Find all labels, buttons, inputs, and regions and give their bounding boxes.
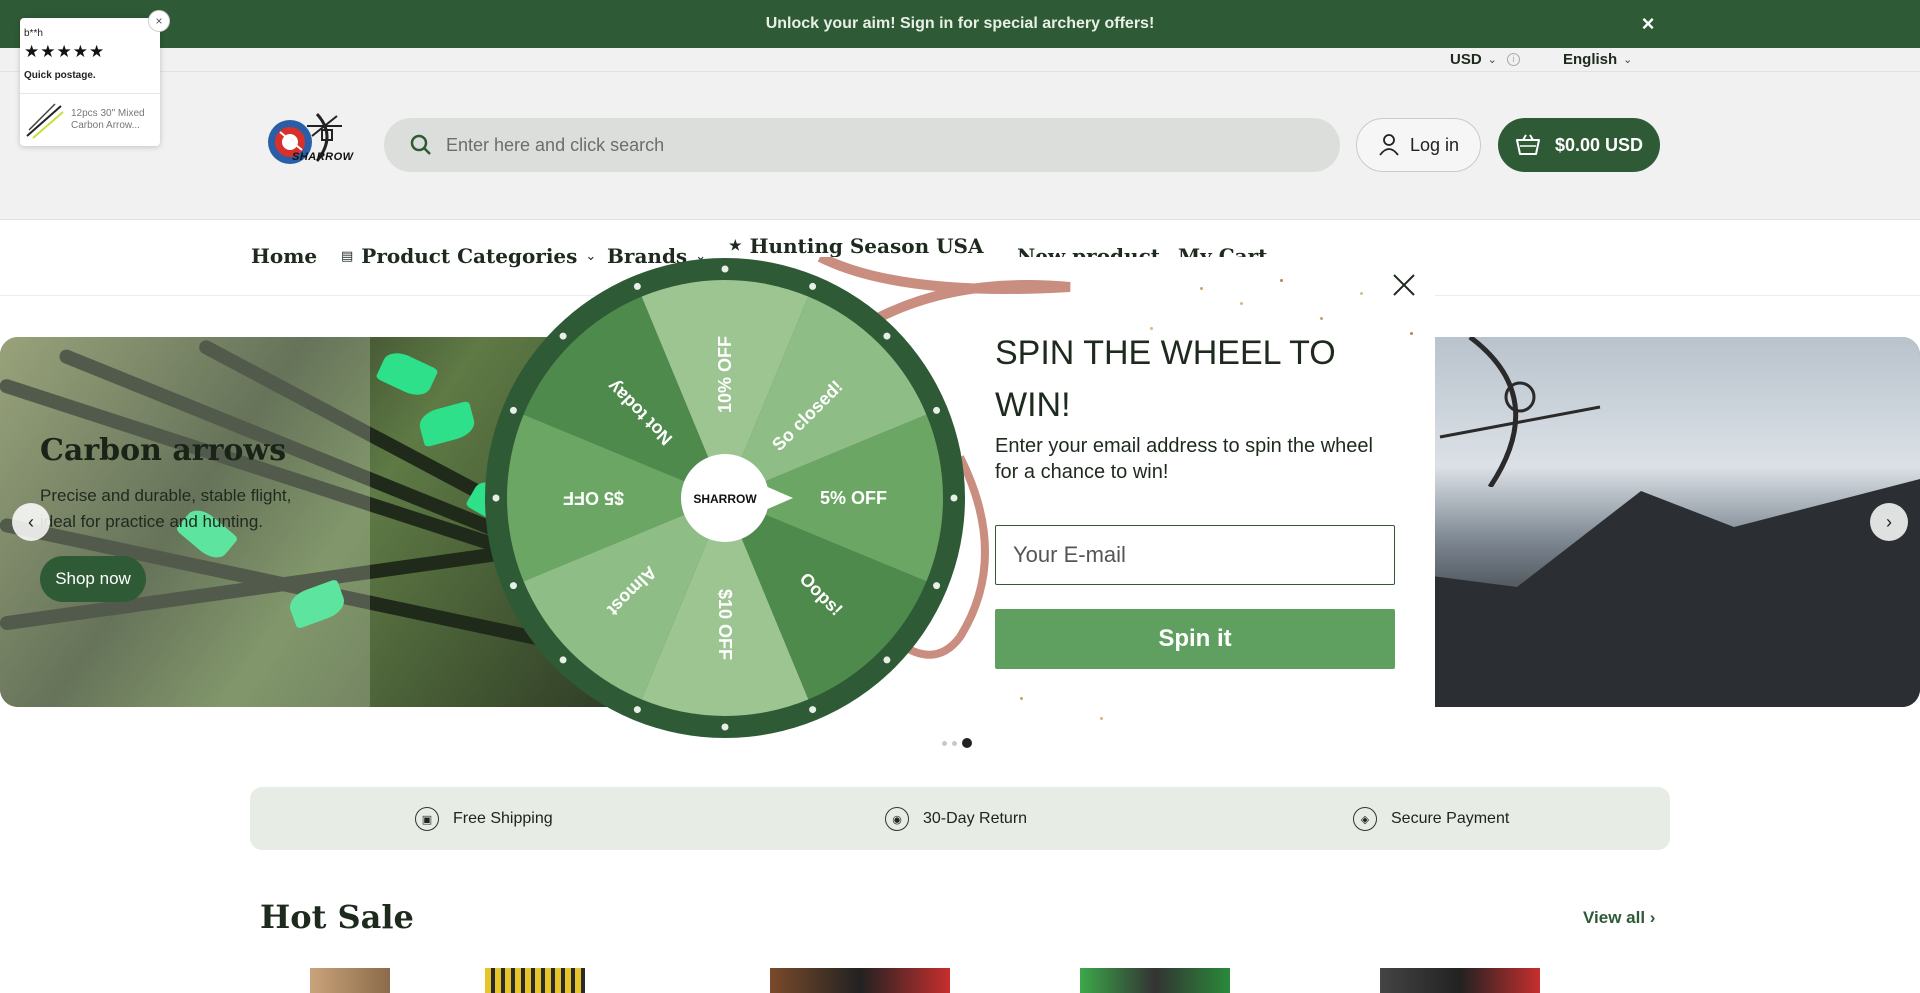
spin-button[interactable]: Spin it xyxy=(995,609,1395,669)
wheel-peg xyxy=(933,582,941,590)
logo[interactable] xyxy=(262,106,357,174)
wheel-peg xyxy=(509,406,517,414)
announcement-text[interactable]: Unlock your aim! Sign in for special arc… xyxy=(766,15,1155,33)
info-icon[interactable]: i xyxy=(1506,53,1520,66)
nav-item-hunting[interactable]: ★ Hunting Season USA xyxy=(729,234,984,258)
nav-home-label: Home xyxy=(251,244,318,268)
cart-icon xyxy=(1515,134,1540,155)
nav-item-home[interactable]: Home xyxy=(251,244,317,268)
product-thumbnail[interactable] xyxy=(1080,968,1230,993)
product-strip xyxy=(260,960,1660,993)
search-bar[interactable] xyxy=(384,118,1340,172)
feature-free-shipping: ▣ Free Shipping xyxy=(415,807,553,831)
review-popup[interactable]: × b**h ★★★★★ Quick postage. 12pcs 30" Mi… xyxy=(20,10,170,146)
nav-hunting-label: Hunting Season USA xyxy=(749,234,984,258)
cart-total: $0.00 USD xyxy=(1554,134,1644,155)
wheel-peg xyxy=(492,494,500,502)
close-icon xyxy=(1393,274,1415,296)
prize-wheel[interactable]: 5% OFFSo closed!10% OFFNot today$5 OFFAl… xyxy=(485,258,965,738)
wheel-hub-text: SHARROW xyxy=(693,492,757,506)
email-field[interactable] xyxy=(995,525,1395,585)
view-all-link[interactable]: View all › xyxy=(1583,908,1655,928)
currency-selector[interactable]: USD ⌄ i xyxy=(1450,51,1520,68)
product-thumbnail xyxy=(26,103,64,139)
chevron-down-icon: ⌄ xyxy=(1623,54,1633,66)
cart-button[interactable]: $0.00 USD xyxy=(1498,118,1660,172)
site-header: SHARROW Log in $0.00 USD xyxy=(0,72,1920,220)
wheel-segment-label: 10% OFF xyxy=(715,336,735,413)
view-all-label: View all xyxy=(1583,908,1646,927)
product-thumbnail[interactable] xyxy=(310,968,390,993)
currency-label: USD xyxy=(1450,51,1482,68)
review-text: Quick postage. xyxy=(24,70,96,81)
wheel-peg xyxy=(809,282,817,290)
hero-description: Precise and durable, stable flight, idea… xyxy=(40,486,292,531)
modal-title: SPIN THE WHEEL TO WIN! xyxy=(995,334,1336,424)
wheel-peg xyxy=(509,582,517,590)
slider-dot[interactable] xyxy=(952,740,957,746)
feature-label: Free Shipping xyxy=(453,810,553,827)
features-bar: ▣ Free Shipping ◉ 30-Day Return ◈ Secure… xyxy=(250,787,1670,850)
truck-icon: ▣ xyxy=(415,807,439,831)
feature-secure-payment: ◈ Secure Payment xyxy=(1353,807,1509,831)
logo-text: SHARROW xyxy=(292,151,354,163)
list-icon: ▤ xyxy=(341,248,354,264)
wheel-peg xyxy=(559,332,567,340)
section-title-hot-sale: Hot Sale xyxy=(260,898,414,936)
wheel-peg xyxy=(633,706,641,714)
login-label: Log in xyxy=(1409,134,1460,155)
announcement-bar: Unlock your aim! Sign in for special arc… xyxy=(0,0,1920,48)
product-thumbnail[interactable] xyxy=(770,968,950,993)
hero-title: Carbon arrows xyxy=(40,433,287,468)
wheel-peg xyxy=(633,282,641,290)
wheel-peg xyxy=(721,265,729,273)
slider-dot[interactable] xyxy=(942,740,947,746)
modal-description: Enter your email address to spin the whe… xyxy=(995,435,1373,483)
close-icon[interactable]: × xyxy=(1636,12,1660,36)
chevron-down-icon: ⌄ xyxy=(1487,54,1497,66)
slider-next-button[interactable]: › xyxy=(1870,503,1908,541)
chevron-right-icon: › xyxy=(1886,511,1892,532)
reviewer-name: b**h xyxy=(24,28,43,39)
star-icon: ★ xyxy=(729,238,742,254)
feature-label: 30-Day Return xyxy=(923,810,1028,827)
search-icon[interactable] xyxy=(410,134,432,156)
wheel-peg xyxy=(559,656,567,664)
product-thumbnail[interactable] xyxy=(1380,968,1540,993)
wheel-peg xyxy=(950,494,958,502)
login-button[interactable]: Log in xyxy=(1356,118,1481,172)
language-label: English xyxy=(1563,51,1618,68)
shield-icon: ◈ xyxy=(1353,807,1377,831)
wheel-peg xyxy=(883,656,891,664)
close-icon[interactable]: × xyxy=(148,10,170,32)
chevron-right-icon: › xyxy=(1649,908,1656,927)
wheel-peg xyxy=(721,723,729,731)
slider-dots xyxy=(942,738,972,748)
rating-stars: ★★★★★ xyxy=(24,42,106,61)
user-icon xyxy=(1379,134,1399,156)
wheel-segment-label: $5 OFF xyxy=(563,488,624,508)
language-selector[interactable]: English ⌄ xyxy=(1563,51,1632,68)
slider-dot-active[interactable] xyxy=(962,738,972,748)
shop-now-button[interactable]: Shop now xyxy=(40,556,146,602)
search-input[interactable] xyxy=(446,134,1326,156)
feature-return: ◉ 30-Day Return xyxy=(885,807,1027,831)
modal-close-button[interactable] xyxy=(1390,271,1418,299)
wheel-segment-label: $10 OFF xyxy=(715,589,735,660)
utility-bar: USD ⌄ i English ⌄ xyxy=(0,48,1920,72)
slider-prev-button[interactable]: ‹ xyxy=(12,503,50,541)
wheel-peg xyxy=(933,406,941,414)
feature-label: Secure Payment xyxy=(1391,810,1510,827)
badge-icon: ◉ xyxy=(885,807,909,831)
wheel-peg xyxy=(883,332,891,340)
wheel-peg xyxy=(809,706,817,714)
product-thumbnail[interactable] xyxy=(485,968,585,993)
bow-silhouette-icon xyxy=(1439,337,1601,487)
review-product-name[interactable]: 12pcs 30" Mixed Carbon Arrow... xyxy=(71,108,156,132)
wheel-segment-label: 5% OFF xyxy=(820,488,887,508)
chevron-left-icon: ‹ xyxy=(28,511,34,532)
